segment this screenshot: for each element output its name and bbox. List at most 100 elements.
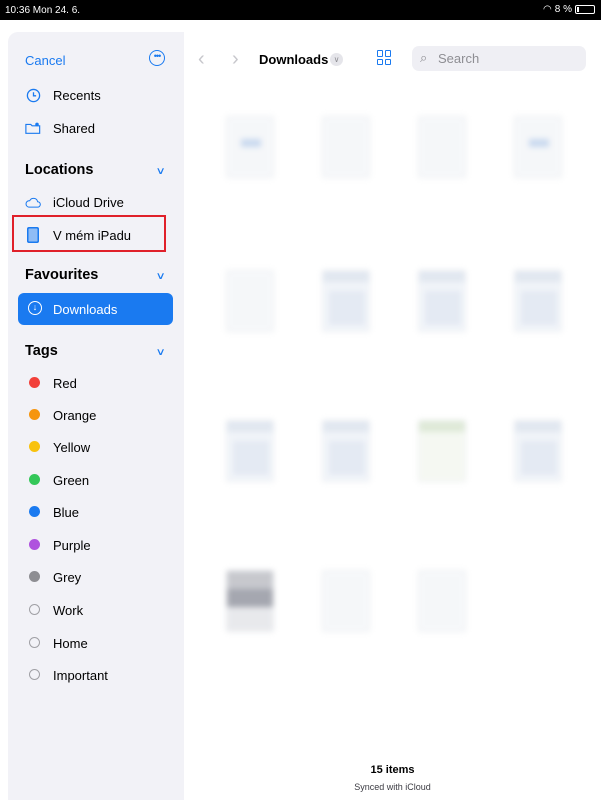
battery-icon bbox=[575, 5, 595, 14]
cancel-button[interactable]: Cancel bbox=[25, 53, 65, 68]
tag-label: Green bbox=[53, 473, 90, 488]
tag-dot-icon bbox=[29, 409, 40, 420]
file-item[interactable] bbox=[210, 420, 290, 512]
sidebar-item-recents[interactable]: Recents bbox=[8, 80, 184, 110]
file-name bbox=[402, 184, 482, 208]
battery-percent: 8 % bbox=[554, 4, 572, 15]
file-item[interactable] bbox=[402, 116, 482, 208]
file-item[interactable] bbox=[306, 116, 386, 208]
file-thumbnail bbox=[226, 420, 274, 482]
sidebar-item-label: Downloads bbox=[53, 302, 118, 317]
file-item[interactable] bbox=[210, 570, 290, 662]
sidebar: Cancel ••• Recents Shared Locations ∨ iC… bbox=[8, 32, 184, 800]
sidebar-item-shared[interactable]: Shared bbox=[8, 113, 184, 143]
tag-label: Red bbox=[53, 376, 77, 391]
file-name bbox=[306, 184, 386, 208]
file-item[interactable] bbox=[210, 270, 290, 362]
file-name bbox=[402, 488, 482, 512]
file-thumbnail bbox=[322, 116, 370, 178]
chevron-down-icon[interactable]: ∨ bbox=[330, 53, 343, 66]
file-item[interactable] bbox=[498, 116, 578, 208]
tag-dot-icon bbox=[29, 604, 40, 615]
item-count: 15 items bbox=[370, 764, 415, 776]
sidebar-item-label: iCloud Drive bbox=[53, 195, 124, 210]
tag-label: Important bbox=[53, 668, 108, 683]
file-thumbnail bbox=[418, 570, 466, 632]
file-thumbnail bbox=[226, 570, 274, 632]
tag-item-grey[interactable]: Grey bbox=[8, 563, 184, 591]
sidebar-item-downloads[interactable]: ↓ Downloads bbox=[18, 293, 173, 325]
location-title[interactable]: Downloads bbox=[259, 52, 328, 67]
tag-label: Orange bbox=[53, 408, 97, 423]
file-thumbnail bbox=[322, 570, 370, 632]
tag-dot-icon bbox=[29, 539, 40, 550]
download-icon: ↓ bbox=[28, 301, 42, 315]
tag-item-orange[interactable]: Orange bbox=[8, 401, 184, 429]
file-name bbox=[402, 638, 482, 662]
wifi-icon: ◠ bbox=[543, 4, 552, 15]
file-item[interactable] bbox=[402, 270, 482, 362]
tag-dot-icon bbox=[29, 571, 40, 582]
shared-folder-icon bbox=[25, 120, 41, 136]
file-item[interactable] bbox=[306, 270, 386, 362]
file-thumbnail bbox=[514, 420, 562, 482]
sync-status: Synced with iCloud bbox=[354, 782, 431, 792]
file-thumbnail bbox=[514, 270, 562, 332]
sidebar-item-icloud-drive[interactable]: iCloud Drive bbox=[8, 187, 184, 217]
section-tags: Tags bbox=[25, 343, 58, 359]
file-thumbnail bbox=[322, 270, 370, 332]
tag-dot-icon bbox=[29, 377, 40, 388]
file-name bbox=[306, 338, 386, 362]
back-chevron-icon[interactable]: ‹ bbox=[198, 48, 205, 71]
tag-item-blue[interactable]: Blue bbox=[8, 498, 184, 526]
tag-item-purple[interactable]: Purple bbox=[8, 531, 184, 559]
tag-dot-icon bbox=[29, 474, 40, 485]
tag-label: Purple bbox=[53, 538, 91, 553]
file-name bbox=[498, 488, 578, 512]
tag-item-red[interactable]: Red bbox=[8, 369, 184, 397]
file-thumbnail bbox=[322, 420, 370, 482]
forward-chevron-icon[interactable]: › bbox=[232, 48, 239, 71]
tag-label: Blue bbox=[53, 505, 80, 520]
file-grid bbox=[184, 80, 601, 740]
file-thumbnail bbox=[226, 270, 274, 332]
file-name bbox=[402, 338, 482, 362]
file-item[interactable] bbox=[498, 420, 578, 512]
highlight-box bbox=[12, 215, 166, 252]
tag-label: Grey bbox=[53, 570, 82, 585]
tag-dot-icon bbox=[29, 441, 40, 452]
tag-item-work[interactable]: Work bbox=[8, 596, 184, 624]
sidebar-item-label: Recents bbox=[53, 88, 101, 103]
file-thumbnail bbox=[514, 116, 562, 178]
file-item[interactable] bbox=[306, 570, 386, 662]
file-name bbox=[210, 338, 290, 362]
file-name bbox=[306, 488, 386, 512]
file-name bbox=[210, 488, 290, 512]
grid-view-icon[interactable] bbox=[377, 50, 392, 65]
sidebar-header: Cancel ••• bbox=[8, 32, 184, 86]
tag-label: Work bbox=[53, 603, 84, 618]
file-name bbox=[210, 184, 290, 208]
file-item[interactable] bbox=[306, 420, 386, 512]
tag-label: Home bbox=[53, 636, 88, 651]
file-item[interactable] bbox=[498, 270, 578, 362]
more-options-icon[interactable]: ••• bbox=[149, 50, 165, 66]
file-thumbnail bbox=[418, 116, 466, 178]
section-favourites: Favourites bbox=[25, 267, 99, 283]
tag-item-important[interactable]: Important bbox=[8, 661, 184, 689]
file-item[interactable] bbox=[402, 420, 482, 512]
tag-item-home[interactable]: Home bbox=[8, 629, 184, 657]
chevron-down-icon[interactable]: ∨ bbox=[156, 166, 166, 177]
search-icon: ⌕ bbox=[420, 50, 428, 65]
chevron-down-icon[interactable]: ∨ bbox=[156, 347, 166, 358]
tag-item-green[interactable]: Green bbox=[8, 466, 184, 494]
search-input[interactable]: ⌕ Search bbox=[412, 46, 586, 71]
tag-dot-icon bbox=[29, 637, 40, 648]
file-item[interactable] bbox=[210, 116, 290, 208]
file-name bbox=[210, 638, 290, 662]
tag-item-yellow[interactable]: Yellow bbox=[8, 433, 184, 461]
chevron-down-icon[interactable]: ∨ bbox=[156, 271, 166, 282]
section-locations: Locations bbox=[25, 162, 94, 178]
file-item[interactable] bbox=[402, 570, 482, 662]
tag-dot-icon bbox=[29, 669, 40, 680]
